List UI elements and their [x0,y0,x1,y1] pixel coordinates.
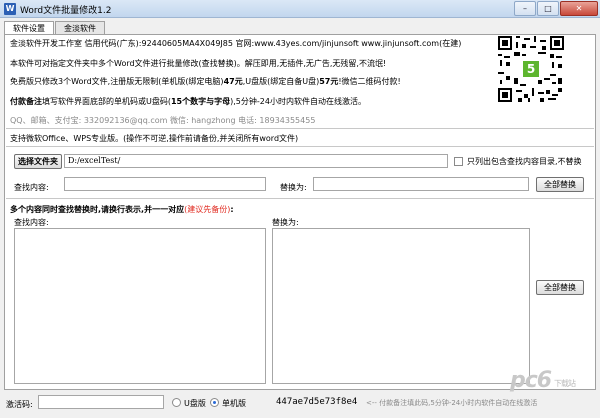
usb-version-radio[interactable] [172,398,181,407]
divider-middle [6,198,594,199]
software-description: 本软件可对指定文件夹中多个Word文件进行批量修改(查找替换)。解压即用,无插件… [10,59,387,68]
usb-version-label: U盘版 [184,399,206,408]
choose-folder-button[interactable]: 选择文件夹 [14,154,62,169]
subdir-only-checkbox[interactable] [454,157,463,166]
support-notice: 支持微软Office、WPS专业版。(操作不可逆,操作前请备份,并关闭所有wor… [10,134,299,143]
payment-note-text: 填写软件界面底部的单机码或U盘码( [42,97,171,106]
qr-center-badge: 5 [521,59,541,79]
minimize-button[interactable]: – [514,1,536,16]
price-pc: 47元 [223,77,243,86]
studio-info: 金淡软件开发工作室 信用代码(广东):92440605MA4X049J85 官网… [10,39,462,48]
machine-code: 447ae7d5e73f8e4 [276,397,358,407]
activation-code-input[interactable] [38,395,164,409]
multi-find-textarea[interactable] [14,228,266,384]
pc-version-label: 单机版 [222,399,246,408]
multi-replace-all-button[interactable]: 全部替换 [536,280,584,295]
payment-note-tail: ),5分钟-24小时内软件自动在线激活。 [230,97,366,106]
pc-version-radio[interactable] [210,398,219,407]
multi-heading: 多个内容同时查找替换时,请换行表示,并一一对应(建议先备份): [10,204,234,215]
wechat-qr-code: 5 [498,36,564,102]
multi-find-label: 查找内容: [14,218,49,227]
watermark-sub: 下载站 [554,379,576,388]
payment-note: 付款备注填写软件界面底部的单机码或U盘码(15个数字与字母),5分钟-24小时内… [10,96,366,107]
pricing-text-a: 免费版只修改3个Word文件,注册版无限制(单机版(绑定电脑) [10,77,224,86]
payment-note-digits: 15个数字与字母 [170,97,231,106]
payment-note-label: 付款备注 [10,97,42,106]
window-title: Word文件批量修改1.2 [20,6,112,16]
maximize-button[interactable]: □ [537,1,559,16]
multi-heading-text: 多个内容同时查找替换时,请换行表示,并一一对应 [10,205,185,214]
title-bar: W Word文件批量修改1.2 – □ ✕ [0,0,600,18]
divider-support [6,146,594,147]
pricing-text-c: ,U盘版(绑定自备U盘) [242,77,320,86]
watermark-text: pc6 [510,368,552,393]
subdir-only-label: 只列出包含查找内容目录,不替换 [467,157,582,166]
pricing-info: 免费版只修改3个Word文件,注册版无限制(单机版(绑定电脑)47元,U盘版(绑… [10,76,401,87]
tab-jindan-software[interactable]: 金淡软件 [55,21,105,35]
window-controls: – □ ✕ [513,1,598,16]
find-label: 查找内容: [14,183,49,192]
contact-info: QQ、邮箱、支付宝: 332092136@qq.com 微信: hangzhon… [10,116,316,125]
find-input[interactable] [64,177,266,191]
multi-replace-textarea[interactable] [272,228,530,384]
multi-replace-label: 替换为: [272,218,299,227]
tab-strip: 软件设置 金淡软件 [4,21,106,36]
pc6-watermark-logo: pc6 下载站 [510,368,598,398]
machine-code-hint: <-- 付款备注填此码,5分钟-24小时内软件自动在线激活 [366,399,538,407]
word-app-icon: W [4,3,16,15]
activation-code-label: 激活码: [6,400,33,409]
folder-path-input[interactable]: D:/excelTest/ [64,154,448,168]
multi-heading-backup: (建议先备份) [184,205,231,214]
replace-label: 替换为: [280,183,307,192]
multi-heading-colon: : [230,205,234,214]
close-button[interactable]: ✕ [560,1,598,16]
replace-all-button[interactable]: 全部替换 [536,177,584,192]
pricing-text-e: !微信二维码付款! [338,77,401,86]
price-usb: 57元 [319,77,339,86]
replace-input[interactable] [313,177,529,191]
divider-top [6,128,594,129]
